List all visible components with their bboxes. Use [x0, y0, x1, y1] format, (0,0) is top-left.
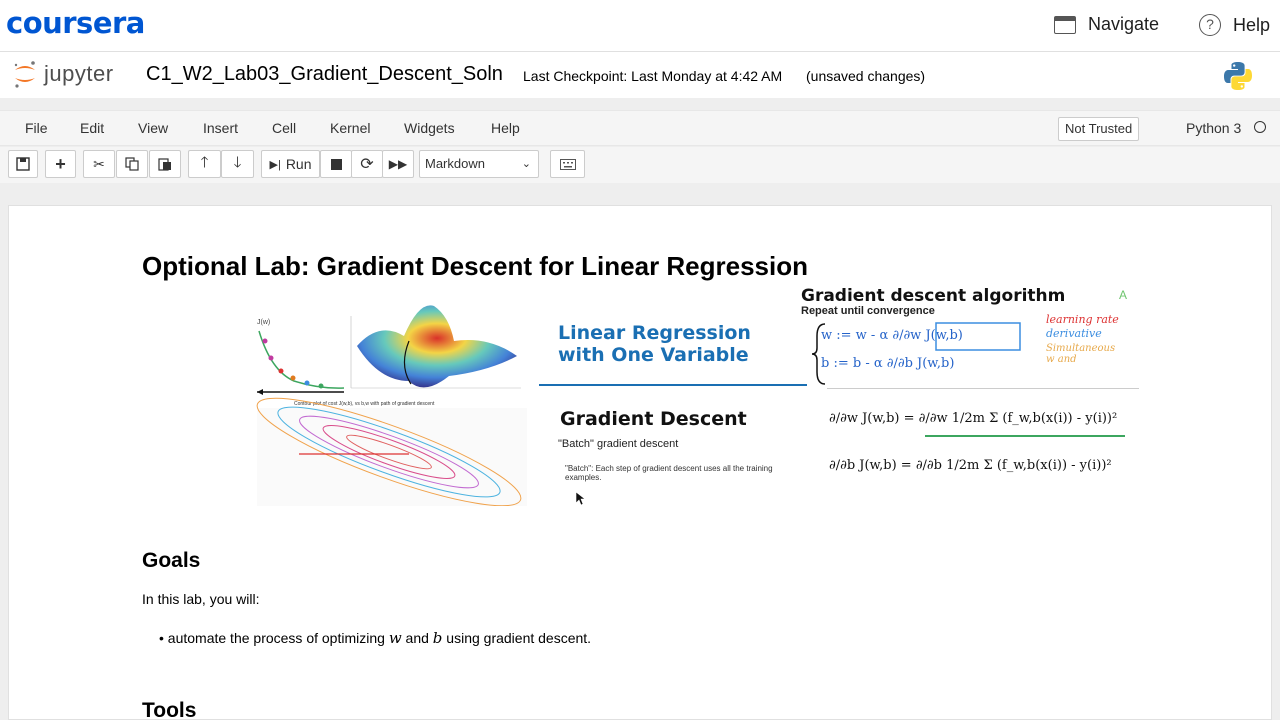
copy-button[interactable]: [116, 150, 148, 178]
save-button[interactable]: [8, 150, 38, 178]
lab-banner-image: J(w) Contour plot of cost J(w,b), vs b,w…: [249, 286, 1139, 506]
algorithm-subtitle: Repeat until convergence: [801, 305, 935, 317]
update-eq-b: b := b - α ∂/∂b J(w,b): [821, 356, 955, 371]
menu-kernel[interactable]: Kernel: [330, 120, 370, 136]
move-down-button[interactable]: 🡓: [221, 150, 254, 178]
goal-prefix: automate the process of optimizing: [167, 630, 389, 646]
menu-widgets[interactable]: Widgets: [404, 120, 455, 136]
paste-button[interactable]: [149, 150, 181, 178]
unsaved-status: (unsaved changes): [806, 68, 926, 84]
copy-icon: [125, 157, 139, 171]
toolbar: + ✂ 🡑 🡓 ▶| Run ⟳ ▶▶ Markdown ⌄: [0, 147, 1280, 183]
goal-suffix: using gradient descent.: [442, 630, 592, 646]
kernel-idle-indicator: [1254, 121, 1266, 133]
checkpoint-status: Last Checkpoint: Last Monday at 4:42 AM: [523, 68, 783, 84]
algorithm-title: Gradient descent algorithm: [801, 286, 1066, 306]
paste-icon: [158, 158, 171, 171]
simultaneous-note: Simultaneous w and: [1046, 343, 1116, 365]
tools-heading: Tools: [142, 699, 197, 720]
derivative-box: [935, 322, 1021, 351]
coursera-header: coursera Navigate ? Help: [0, 0, 1280, 52]
divider: [539, 384, 807, 386]
interrupt-button[interactable]: [320, 150, 352, 178]
cell-type-value: Markdown: [425, 156, 485, 171]
run-button[interactable]: ▶| Run: [261, 150, 320, 178]
insert-cell-button[interactable]: +: [45, 150, 76, 178]
fast-forward-icon: ▶▶: [388, 157, 408, 171]
derivative-note: derivative: [1046, 327, 1102, 340]
jupyter-icon: [14, 61, 35, 88]
menu-bar: File Edit View Insert Cell Kernel Widget…: [0, 110, 1280, 146]
notebook-title: Optional Lab: Gradient Descent for Linea…: [142, 251, 809, 281]
jupyter-logo[interactable]: jupyter: [12, 59, 114, 89]
contour-caption: Contour plot of cost J(w,b), vs b,w with…: [294, 401, 435, 407]
goal-and: and: [401, 630, 433, 646]
partial-b-eq: ∂/∂b J(w,b) = ∂/∂b 1/2m Σ (f_w,b(x(i)) -…: [829, 458, 1112, 473]
arrow-up-icon: 🡑: [200, 153, 209, 171]
learning-rate-note: learning rate: [1046, 313, 1119, 326]
gd-title: Gradient Descent: [560, 408, 747, 430]
cell-type-select[interactable]: Markdown ⌄: [419, 150, 539, 178]
brace-icon: [811, 323, 826, 385]
jupyter-header: jupyter C1_W2_Lab03_Gradient_Descent_Sol…: [0, 52, 1280, 98]
move-up-button[interactable]: 🡑: [188, 150, 221, 178]
gd-subtitle: "Batch" gradient descent: [558, 438, 679, 450]
kernel-name[interactable]: Python 3: [1186, 120, 1241, 136]
restart-button[interactable]: ⟳: [351, 150, 383, 178]
python-icon: [1224, 62, 1252, 90]
menu-view[interactable]: View: [138, 120, 168, 136]
help-label: Help: [1233, 14, 1271, 35]
help-button[interactable]: ? Help: [1199, 14, 1270, 36]
lr-title: Linear Regression with One Variable: [558, 322, 751, 366]
arrow-down-icon: 🡓: [233, 153, 242, 171]
markdown-cell[interactable]: Optional Lab: Gradient Descent for Linea…: [8, 205, 1272, 720]
navigate-label: Navigate: [1088, 14, 1160, 34]
goal-b: b: [432, 629, 443, 647]
menu-edit[interactable]: Edit: [80, 120, 104, 136]
save-icon: [16, 157, 30, 171]
goal-list-item: • automate the process of optimizing w a…: [159, 629, 592, 647]
navigate-button[interactable]: Navigate: [1054, 14, 1159, 35]
jupyter-logo-text: jupyter: [44, 61, 114, 86]
trust-button[interactable]: Not Trusted: [1058, 117, 1140, 141]
partial-w-eq: ∂/∂w J(w,b) = ∂/∂w 1/2m Σ (f_w,b(x(i)) -…: [829, 411, 1118, 426]
menu-insert[interactable]: Insert: [203, 120, 238, 136]
step-forward-icon: ▶|: [269, 158, 281, 171]
scissors-icon: ✂: [93, 155, 105, 172]
notebook-name[interactable]: C1_W2_Lab03_Gradient_Descent_Soln: [146, 63, 503, 86]
underline-green: [925, 435, 1125, 437]
goals-heading: Goals: [142, 549, 201, 572]
keyboard-icon: [559, 158, 576, 170]
goal-w: w: [388, 629, 402, 647]
algorithm-a: A: [1119, 288, 1128, 302]
cost-surface-illustration: J(w) Contour plot of cost J(w,b), vs b,w…: [256, 305, 527, 506]
stop-icon: [330, 158, 342, 170]
menu-file[interactable]: File: [25, 120, 48, 136]
menu-help[interactable]: Help: [491, 120, 520, 136]
mouse-pointer-icon: [576, 492, 586, 506]
refresh-icon: ⟳: [360, 156, 374, 173]
cut-button[interactable]: ✂: [83, 150, 115, 178]
goals-intro: In this lab, you will:: [142, 591, 260, 607]
window-icon: [1054, 15, 1076, 34]
command-palette-button[interactable]: [550, 150, 585, 178]
plus-icon: +: [55, 153, 66, 174]
gd-note: "Batch": Each step of gradient descent u…: [565, 464, 773, 482]
axis-label-jw: J(w): [257, 319, 270, 326]
run-label: Run: [285, 156, 312, 172]
menu-cell[interactable]: Cell: [272, 120, 296, 136]
coursera-logo[interactable]: coursera: [6, 6, 145, 40]
chevron-down-icon: ⌄: [521, 158, 531, 170]
divider-2: [827, 388, 1139, 389]
question-icon: ?: [1199, 14, 1221, 36]
run-all-button[interactable]: ▶▶: [382, 150, 414, 178]
